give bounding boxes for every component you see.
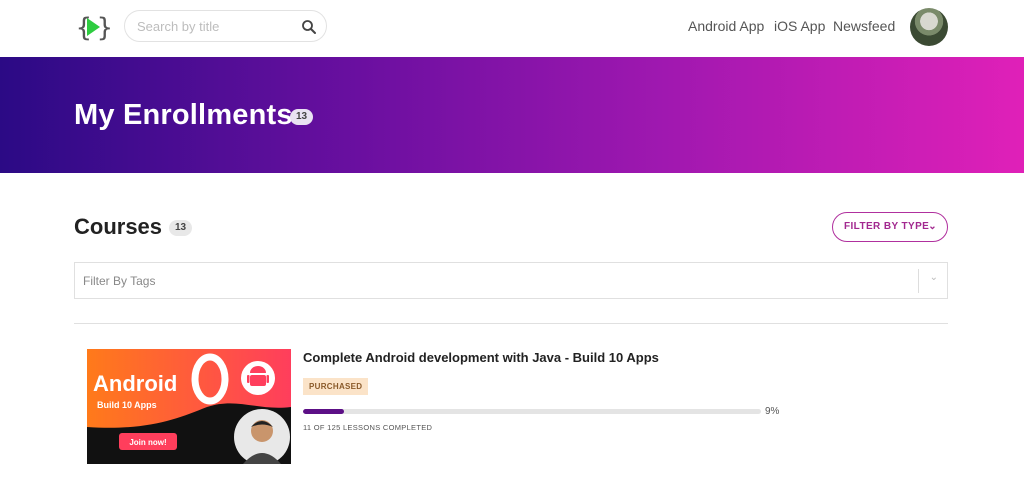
search-box[interactable]: [124, 10, 327, 42]
enrollments-count-badge: 13: [290, 109, 314, 125]
purchased-badge: PURCHASED: [303, 378, 369, 395]
thumbnail-subline: Build 10 Apps: [97, 400, 157, 410]
section-divider: [74, 323, 948, 324]
filter-tags-placeholder: Filter By Tags: [83, 274, 156, 288]
enrollments-banner: My Enrollments 13: [0, 57, 1024, 173]
filter-by-tags-select[interactable]: Filter By Tags ⌄: [74, 262, 948, 299]
thumbnail-cta: Join now!: [129, 438, 166, 447]
select-separator: [918, 269, 919, 293]
nav-ios-app[interactable]: iOS App: [774, 18, 825, 34]
search-input[interactable]: [137, 17, 297, 35]
user-avatar[interactable]: [910, 8, 948, 46]
filter-by-type-label: FILTER BY TYPE: [844, 221, 930, 232]
filter-by-type-button[interactable]: FILTER BY TYPE ⌄: [832, 212, 948, 242]
search-icon[interactable]: [301, 19, 317, 35]
course-thumbnail[interactable]: Android Build 10 Apps Join now!: [87, 349, 291, 464]
course-title[interactable]: Complete Android development with Java -…: [303, 350, 659, 365]
course-progress-fill: [303, 409, 345, 414]
course-progress-bar: [303, 409, 761, 414]
courses-heading: Courses: [74, 214, 163, 239]
lessons-completed-text: 11 OF 125 LESSONS COMPLETED: [303, 423, 433, 432]
page-title: My Enrollments: [74, 99, 293, 131]
thumbnail-headline: Android: [93, 371, 177, 396]
top-navigation-bar: { } Android App iOS App Newsfeed: [0, 0, 1024, 57]
course-thumbnail-art: Android Build 10 Apps Join now!: [87, 349, 291, 464]
course-progress-percent: 9%: [765, 406, 780, 417]
svg-text:}: }: [97, 13, 110, 43]
nav-newsfeed[interactable]: Newsfeed: [833, 18, 895, 34]
nav-android-app[interactable]: Android App: [688, 18, 764, 34]
courses-count-badge: 13: [169, 220, 193, 236]
chevron-down-icon[interactable]: ⌄: [930, 272, 938, 283]
chevron-down-icon: ⌄: [928, 221, 937, 232]
brand-logo[interactable]: { }: [76, 10, 110, 44]
